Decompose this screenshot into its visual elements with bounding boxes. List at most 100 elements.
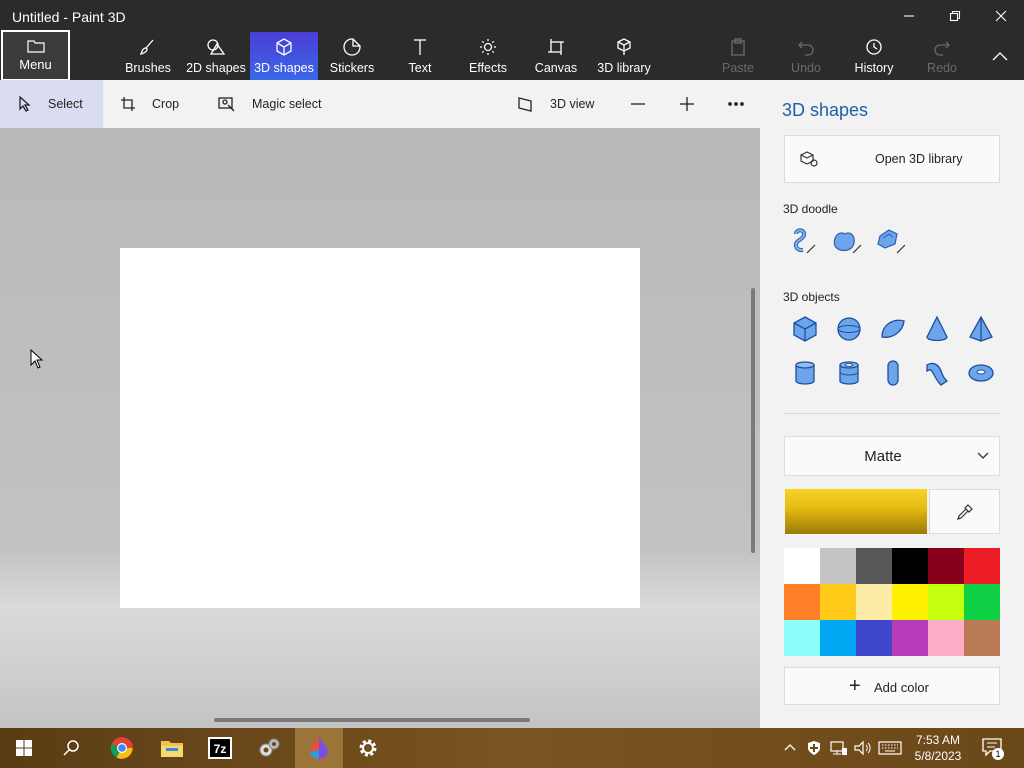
3d-library-icon — [617, 38, 631, 55]
current-color-swatch[interactable] — [785, 489, 927, 534]
panel-title: 3D shapes — [782, 100, 869, 120]
search-button[interactable] — [48, 728, 96, 768]
crop-tool[interactable]: Crop — [120, 80, 179, 128]
search-icon — [63, 740, 79, 756]
taskbar-paint3d[interactable] — [295, 728, 343, 768]
close-button[interactable] — [978, 0, 1024, 32]
collapse-ribbon-button[interactable] — [984, 32, 1016, 80]
3d-doodle-label: 3D doodle — [783, 202, 838, 216]
material-dropdown[interactable]: Matte — [784, 436, 1000, 476]
tab-stickers[interactable]: Stickers — [324, 32, 380, 80]
color-swatch[interactable] — [964, 584, 1000, 620]
color-swatch[interactable] — [892, 584, 928, 620]
paste-button[interactable]: Paste — [714, 32, 762, 80]
cone-button[interactable] — [917, 309, 957, 349]
taskbar-settings-gears[interactable] — [245, 728, 293, 768]
tab-3d-shapes[interactable]: 3D shapes — [250, 32, 318, 80]
paste-icon — [731, 38, 745, 56]
tab-text[interactable]: Text — [396, 32, 444, 80]
restore-button[interactable] — [932, 0, 978, 32]
vertical-scrollbar[interactable] — [751, 288, 755, 553]
taskbar-clock[interactable]: 7:53 AM 5/8/2023 — [908, 732, 968, 764]
workspace[interactable] — [0, 128, 760, 728]
security-shield-icon[interactable] — [806, 740, 822, 756]
tab-2d-shapes[interactable]: 2D shapes — [186, 32, 246, 80]
color-swatch[interactable] — [856, 620, 892, 656]
taskbar-file-explorer[interactable] — [148, 728, 196, 768]
restore-icon — [949, 10, 961, 22]
action-center-button[interactable]: 1 — [982, 738, 1004, 760]
paint3d-icon — [310, 737, 328, 760]
notification-count: 1 — [992, 748, 1004, 760]
color-swatch[interactable] — [784, 548, 820, 584]
soft-edge-doodle-button[interactable] — [827, 221, 867, 261]
color-swatch[interactable] — [964, 548, 1000, 584]
color-swatch[interactable] — [784, 584, 820, 620]
tube-button[interactable] — [829, 353, 869, 393]
tab-3d-library[interactable]: 3D library — [594, 32, 654, 80]
sphere-button[interactable] — [829, 309, 869, 349]
chevron-up-icon — [992, 52, 1008, 61]
color-swatch[interactable] — [892, 620, 928, 656]
color-swatch[interactable] — [928, 620, 964, 656]
more-options-button[interactable] — [727, 80, 745, 128]
tab-effects[interactable]: Effects — [464, 32, 512, 80]
color-swatch[interactable] — [928, 584, 964, 620]
color-swatch[interactable] — [820, 620, 856, 656]
tube-doodle-button[interactable] — [871, 221, 911, 261]
color-swatch[interactable] — [964, 620, 1000, 656]
tab-brushes[interactable]: Brushes — [118, 32, 178, 80]
hemisphere-button[interactable] — [873, 309, 913, 349]
action-label: History — [854, 61, 894, 75]
add-color-button[interactable]: + Add color — [784, 667, 1000, 705]
zoom-out-button[interactable] — [630, 80, 646, 128]
start-button[interactable] — [0, 728, 48, 768]
magic-select-tool[interactable]: Magic select — [218, 80, 321, 128]
bent-pipe-button[interactable] — [917, 353, 957, 393]
hemisphere-icon — [881, 319, 905, 338]
cylinder-button[interactable] — [785, 353, 825, 393]
undo-button[interactable]: Undo — [782, 32, 830, 80]
file-explorer-icon — [161, 741, 183, 757]
color-swatch[interactable] — [820, 584, 856, 620]
drawing-canvas[interactable] — [120, 248, 640, 608]
color-swatch[interactable] — [784, 620, 820, 656]
keyboard-icon[interactable] — [878, 741, 902, 755]
zoom-in-button[interactable] — [679, 80, 695, 128]
network-icon[interactable] — [830, 740, 848, 756]
mouse-cursor-icon — [30, 349, 44, 369]
tab-label: 3D library — [597, 61, 651, 75]
horizontal-scrollbar[interactable] — [214, 718, 530, 722]
sharp-edge-doodle-button[interactable] — [782, 221, 822, 261]
color-swatch[interactable] — [856, 548, 892, 584]
action-label: Undo — [791, 61, 821, 75]
pyramid-button[interactable] — [961, 309, 1001, 349]
volume-icon[interactable] — [854, 740, 872, 756]
menu-label: Menu — [19, 57, 52, 72]
3d-view-label: 3D view — [550, 97, 595, 111]
chevron-up-icon[interactable] — [784, 743, 796, 751]
menu-button[interactable]: Menu — [1, 30, 70, 81]
history-button[interactable]: History — [846, 32, 902, 80]
taskbar-chrome[interactable] — [98, 728, 146, 768]
donut-button[interactable] — [961, 353, 1001, 393]
eyedropper-button[interactable] — [929, 489, 1000, 534]
color-swatch[interactable] — [820, 548, 856, 584]
color-swatch[interactable] — [928, 548, 964, 584]
open-3d-library-button[interactable]: Open 3D library — [784, 135, 1000, 183]
capsule-button[interactable] — [873, 353, 913, 393]
title-bar: Untitled - Paint 3D — [0, 0, 1024, 32]
color-swatch[interactable] — [856, 584, 892, 620]
3d-view-toggle[interactable]: 3D view — [518, 80, 594, 128]
minimize-button[interactable] — [886, 0, 932, 32]
taskbar-7zip[interactable]: 7z — [196, 728, 244, 768]
settings-gears-icon — [259, 738, 280, 757]
sphere-icon — [837, 317, 861, 341]
tab-canvas[interactable]: Canvas — [532, 32, 580, 80]
select-tool[interactable]: Select — [0, 80, 103, 128]
taskbar-settings[interactable] — [344, 728, 392, 768]
2d-shapes-icon — [207, 39, 226, 55]
color-swatch[interactable] — [892, 548, 928, 584]
redo-button[interactable]: Redo — [918, 32, 966, 80]
cube-button[interactable] — [785, 309, 825, 349]
